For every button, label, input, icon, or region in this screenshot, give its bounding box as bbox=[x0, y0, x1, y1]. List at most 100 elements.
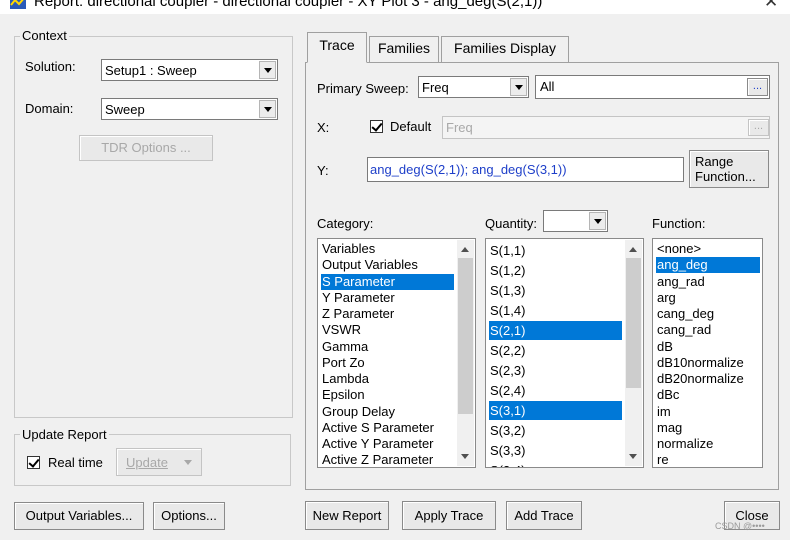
quantity-list[interactable]: S(1,1) S(1,2) S(1,3) S(1,4) S(2,1) S(2,2) S(2,… bbox=[485, 238, 644, 468]
x-expression-value: Freq bbox=[446, 120, 473, 135]
list-item[interactable]: Z Parameter bbox=[321, 306, 454, 322]
realtime-label: Real time bbox=[48, 455, 103, 470]
list-item[interactable]: <none> bbox=[656, 241, 760, 257]
scroll-thumb[interactable] bbox=[458, 258, 473, 414]
sweep-range-value: All bbox=[540, 79, 555, 94]
x-ellipsis-button[interactable]: ... bbox=[748, 119, 769, 136]
tdr-options-button[interactable]: TDR Options ... bbox=[79, 135, 213, 161]
range-function-line2: Function... bbox=[695, 169, 756, 184]
list-item[interactable]: S(3,1) bbox=[489, 401, 622, 420]
list-item[interactable]: ang_rad bbox=[656, 274, 760, 290]
sweep-range-field[interactable]: All ... bbox=[535, 75, 770, 99]
list-item[interactable]: Y Parameter bbox=[321, 290, 454, 306]
scroll-thumb[interactable] bbox=[626, 258, 641, 388]
solution-label: Solution: bbox=[25, 59, 76, 74]
domain-value: Sweep bbox=[105, 102, 145, 117]
add-trace-button[interactable]: Add Trace bbox=[506, 501, 582, 530]
list-item[interactable]: Active Y Parameter bbox=[321, 436, 454, 452]
context-legend: Context bbox=[20, 28, 69, 43]
list-item[interactable]: S(3,3) bbox=[489, 441, 622, 460]
list-item[interactable]: S(1,3) bbox=[489, 281, 622, 300]
realtime-checkbox[interactable] bbox=[27, 456, 40, 469]
list-item[interactable]: cang_deg bbox=[656, 306, 760, 322]
list-item[interactable]: im bbox=[656, 404, 760, 420]
x-expression-field[interactable]: Freq ... bbox=[442, 116, 770, 139]
apply-trace-button[interactable]: Apply Trace bbox=[402, 501, 496, 530]
function-label: Function: bbox=[652, 216, 706, 231]
list-item[interactable]: Output Variables bbox=[321, 257, 454, 273]
chevron-down-icon[interactable] bbox=[510, 78, 527, 96]
primary-sweep-dropdown[interactable]: Freq bbox=[418, 76, 529, 98]
list-item[interactable]: Group Delay bbox=[321, 404, 454, 420]
solution-value: Setup1 : Sweep bbox=[105, 63, 197, 78]
title-bar: Report: directional coupler - directiona… bbox=[0, 0, 790, 14]
update-report-legend: Update Report bbox=[20, 427, 109, 442]
quantity-scrollbar[interactable] bbox=[625, 240, 642, 466]
list-item[interactable]: Active Z Parameter bbox=[321, 452, 454, 467]
update-button[interactable]: Update bbox=[116, 448, 202, 476]
sweep-range-ellipsis-button[interactable]: ... bbox=[747, 78, 768, 96]
list-item[interactable]: mag bbox=[656, 420, 760, 436]
list-item[interactable]: re bbox=[656, 452, 760, 467]
list-item[interactable]: S(2,4) bbox=[489, 381, 622, 400]
list-item[interactable]: normalize bbox=[656, 436, 760, 452]
y-label: Y: bbox=[317, 163, 329, 178]
range-function-button[interactable]: Range Function... bbox=[689, 150, 769, 188]
tab-trace-label: Trace bbox=[319, 37, 355, 53]
list-item[interactable]: Gamma bbox=[321, 339, 454, 355]
tab-families-label: Families bbox=[377, 40, 431, 56]
list-item[interactable]: VSWR bbox=[321, 322, 454, 338]
output-variables-button[interactable]: Output Variables... bbox=[14, 502, 144, 530]
list-item[interactable]: S(3,2) bbox=[489, 421, 622, 440]
x-label: X: bbox=[317, 120, 330, 135]
list-item[interactable]: Active S Parameter bbox=[321, 420, 454, 436]
new-report-button[interactable]: New Report bbox=[305, 501, 389, 530]
default-checkbox[interactable] bbox=[370, 120, 383, 133]
domain-dropdown[interactable]: Sweep bbox=[101, 98, 278, 120]
primary-sweep-value: Freq bbox=[422, 80, 449, 95]
close-window-icon[interactable]: ✕ bbox=[764, 0, 778, 12]
list-item[interactable]: S(2,3) bbox=[489, 361, 622, 380]
list-item[interactable]: dB20normalize bbox=[656, 371, 760, 387]
list-item[interactable]: S(1,2) bbox=[489, 261, 622, 280]
tab-families[interactable]: Families bbox=[369, 36, 439, 62]
default-label: Default bbox=[390, 119, 432, 134]
quantity-filter-dropdown[interactable] bbox=[543, 210, 608, 232]
primary-sweep-label: Primary Sweep: bbox=[317, 81, 409, 96]
category-list[interactable]: Variables Output Variables S Parameter Y Pa… bbox=[317, 238, 476, 468]
scroll-up-icon[interactable] bbox=[625, 241, 642, 258]
list-item[interactable]: cang_rad bbox=[656, 322, 760, 338]
chevron-down-icon[interactable] bbox=[589, 212, 606, 230]
chevron-down-icon[interactable] bbox=[259, 61, 276, 79]
chevron-down-icon bbox=[184, 460, 192, 465]
solution-dropdown[interactable]: Setup1 : Sweep bbox=[101, 59, 278, 81]
list-item[interactable]: S(1,1) bbox=[489, 241, 622, 260]
list-item[interactable]: S(1,4) bbox=[489, 301, 622, 320]
list-item[interactable]: Variables bbox=[321, 241, 454, 257]
options-button[interactable]: Options... bbox=[153, 502, 225, 530]
list-item[interactable]: Port Zo bbox=[321, 355, 454, 371]
list-item[interactable]: S(3,4) bbox=[489, 461, 622, 467]
chevron-down-icon[interactable] bbox=[259, 100, 276, 118]
category-scrollbar[interactable] bbox=[457, 240, 474, 466]
list-item[interactable]: S(2,1) bbox=[489, 321, 622, 340]
list-item[interactable]: dB bbox=[656, 339, 760, 355]
list-item[interactable]: Lambda bbox=[321, 371, 454, 387]
tab-families-display[interactable]: Families Display bbox=[441, 36, 569, 62]
list-item[interactable]: Epsilon bbox=[321, 387, 454, 403]
scroll-down-icon[interactable] bbox=[625, 448, 642, 465]
list-item[interactable]: arg bbox=[656, 290, 760, 306]
list-item[interactable]: S(2,2) bbox=[489, 341, 622, 360]
list-item[interactable]: S Parameter bbox=[321, 273, 454, 290]
list-item[interactable]: dB10normalize bbox=[656, 355, 760, 371]
list-item[interactable]: dBc bbox=[656, 387, 760, 403]
scroll-down-icon[interactable] bbox=[457, 448, 474, 465]
scroll-up-icon[interactable] bbox=[457, 241, 474, 258]
domain-label: Domain: bbox=[25, 101, 74, 116]
y-expression-input[interactable]: ang_deg(S(2,1)); ang_deg(S(3,1)) bbox=[367, 157, 684, 182]
function-list[interactable]: <none> ang_deg ang_rad arg cang_deg cang_rad d… bbox=[652, 238, 763, 468]
range-function-line1: Range bbox=[695, 154, 734, 169]
list-item[interactable]: ang_deg bbox=[656, 257, 760, 274]
tab-trace[interactable]: Trace bbox=[307, 32, 367, 63]
update-button-label: Update bbox=[126, 455, 168, 470]
